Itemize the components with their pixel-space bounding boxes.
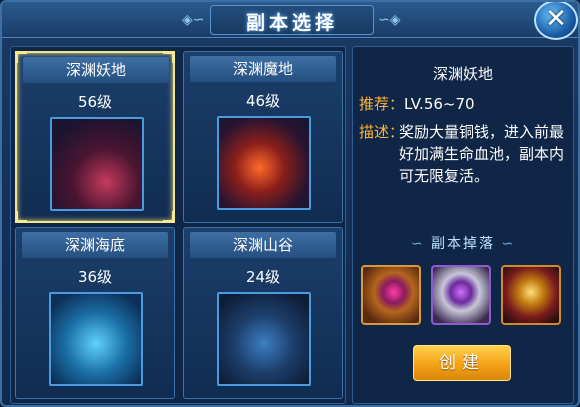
treasure-chest-icon[interactable] <box>361 265 421 325</box>
drops-title: 副本掉落 <box>431 236 495 252</box>
dungeon-thumbnail <box>217 116 311 210</box>
dungeon-card-3[interactable]: 深渊海底 36级 <box>15 227 175 399</box>
golden-armor-icon[interactable] <box>501 265 561 325</box>
right-ornament-icon: ∽◈ <box>378 12 401 28</box>
ornament-icon: ∽ <box>410 236 425 252</box>
dungeon-name: 深渊山谷 <box>190 232 336 258</box>
drops-heading: ∽ 副本掉落 ∽ <box>353 233 573 253</box>
description-text: 奖励大量铜钱，进入前最好加满生命血池，副本内可无限复活。 <box>399 123 565 185</box>
recommend-label: 推荐： <box>359 95 405 113</box>
dungeon-thumbnail <box>49 292 143 386</box>
dungeon-level: 46级 <box>245 92 281 110</box>
dungeon-grid: 深渊妖地 56级 深渊魔地 46级 深渊海底 36级 深渊山谷 24级 <box>10 46 346 404</box>
close-button[interactable]: ✕ <box>534 2 578 40</box>
dungeon-name: 深渊妖地 <box>23 57 169 83</box>
recommend-value: LV.56~70 <box>404 95 475 113</box>
dungeon-thumbnail <box>50 117 144 211</box>
dungeon-card-2[interactable]: 深渊魔地 46级 <box>183 51 343 223</box>
create-button[interactable]: 创建 <box>413 345 511 381</box>
dungeon-level: 36级 <box>77 268 113 286</box>
description-label: 描述： <box>359 123 405 141</box>
left-ornament-icon: ◈∽ <box>182 12 205 28</box>
dungeon-level: 24级 <box>245 268 281 286</box>
detail-dungeon-name: 深渊妖地 <box>432 65 493 83</box>
dungeon-name: 深渊魔地 <box>190 56 336 82</box>
dungeon-level: 56级 <box>77 93 113 111</box>
recommend-row: 推荐：LV.56~70 <box>359 93 475 115</box>
dungeon-card-4[interactable]: 深渊山谷 24级 <box>183 227 343 399</box>
description-label-row: 描述： <box>359 121 404 143</box>
corner-marker <box>15 211 27 223</box>
dungeon-detail-panel: 深渊妖地 推荐：LV.56~70 描述： 奖励大量铜钱，进入前最好加满生命血池，… <box>352 46 574 404</box>
window-title: 副本选择 <box>245 12 338 34</box>
ornament-icon: ∽ <box>501 236 516 252</box>
dungeon-thumbnail <box>217 292 311 386</box>
dungeon-card-1[interactable]: 深渊妖地 56级 <box>15 51 175 223</box>
dungeon-name: 深渊海底 <box>22 232 168 258</box>
corner-marker <box>163 211 175 223</box>
gem-bracer-icon[interactable] <box>431 265 491 325</box>
dungeon-select-window: ◈∽ ∽◈ 副本选择 ✕ 深渊妖地 56级 深渊魔地 46级 深渊海底 36级 … <box>0 0 580 407</box>
